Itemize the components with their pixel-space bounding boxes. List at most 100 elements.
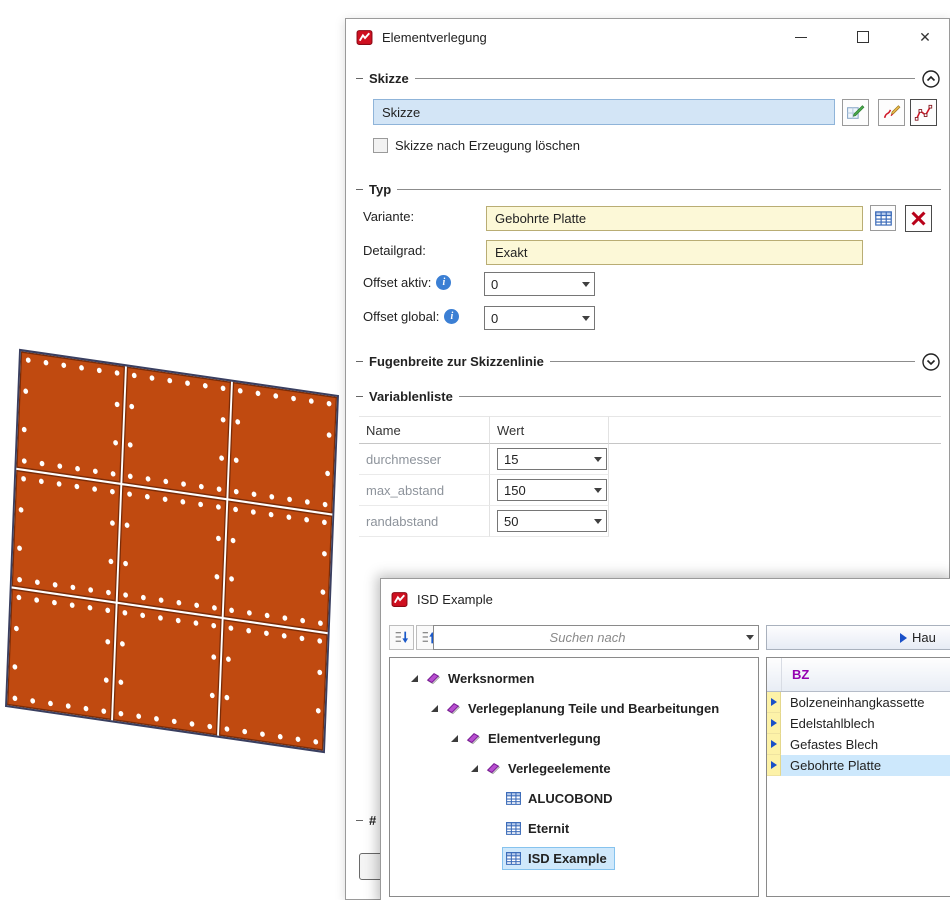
expand-tree-button[interactable]: [389, 625, 414, 650]
sketch-create-icon: [846, 103, 865, 122]
delete-sketch-checkbox[interactable]: [373, 138, 388, 153]
sketch-edit-button[interactable]: [878, 99, 905, 126]
list-column-header-bar[interactable]: Hau: [766, 625, 950, 650]
max-abstand-combo[interactable]: 150: [497, 479, 607, 501]
book-icon: [465, 730, 482, 747]
minimize-button[interactable]: [793, 29, 809, 45]
row-marker-icon: [767, 713, 781, 734]
tree-item-elementverlegung[interactable]: Elementverlegung: [390, 723, 758, 753]
variante-field[interactable]: Gebohrte Platte: [486, 206, 863, 231]
book-icon: [445, 700, 462, 717]
dropdown-arrow-icon[interactable]: [577, 273, 594, 295]
sketch-edit-icon: [882, 103, 901, 122]
window-title: ISD Example: [417, 592, 493, 607]
table-row: max_abstand 150: [359, 475, 941, 506]
list-item[interactable]: Bolzeneinhangkassette: [767, 692, 950, 713]
row-marker-icon: [767, 692, 781, 713]
tree-expander-icon[interactable]: [446, 735, 462, 742]
offset-global-combo[interactable]: 0: [484, 306, 595, 330]
window-title: Elementverlegung: [382, 30, 487, 45]
titlebar[interactable]: Elementverlegung ✕: [346, 19, 949, 55]
close-button[interactable]: ✕: [917, 29, 933, 45]
tree-expander-icon[interactable]: [466, 765, 482, 772]
variable-name: randabstand: [359, 506, 490, 537]
offset-global-label-row: Offset global: i: [363, 309, 459, 324]
red-x-icon: [909, 209, 928, 228]
info-icon[interactable]: i: [444, 309, 459, 324]
list-item[interactable]: Gefastes Blech: [767, 734, 950, 755]
section-typ-label: Typ: [369, 182, 391, 197]
detailgrad-label: Detailgrad:: [363, 243, 426, 258]
sketch-select-button[interactable]: [910, 99, 937, 126]
play-arrow-icon: [900, 633, 907, 643]
variable-name: max_abstand: [359, 475, 490, 506]
app-icon: [356, 29, 373, 46]
tree-item-verlegeplanung[interactable]: Verlegeplanung Teile und Bearbeitungen: [390, 693, 758, 723]
section-skizze-label: Skizze: [369, 71, 409, 86]
table-icon: [505, 850, 522, 867]
variante-delete-button[interactable]: [905, 205, 932, 232]
durchmesser-combo[interactable]: 15: [497, 448, 607, 470]
cad-viewport-panels[interactable]: [0, 0, 360, 900]
list-item[interactable]: Edelstahlblech: [767, 713, 950, 734]
dropdown-arrow-icon[interactable]: [741, 626, 758, 649]
offset-global-label: Offset global:: [363, 309, 439, 324]
variante-catalog-button[interactable]: [870, 205, 896, 231]
row-marker-icon: [767, 755, 781, 776]
tree-item-werksnormen[interactable]: Werksnormen: [390, 663, 758, 693]
variant-list: BZ Bolzeneinhangkassette Edelstahlblech …: [766, 657, 950, 897]
section-bottom-label: #: [369, 813, 376, 828]
column-header-name[interactable]: Name: [359, 416, 490, 444]
titlebar[interactable]: ISD Example: [381, 579, 950, 619]
book-icon: [485, 760, 502, 777]
list-header-row: BZ: [767, 658, 950, 692]
tree-item-verlegeelemente[interactable]: Verlegeelemente: [390, 753, 758, 783]
tree-item-isd-example[interactable]: ISD Example: [390, 843, 758, 873]
dropdown-arrow-icon[interactable]: [589, 480, 606, 500]
variable-table: Name Wert durchmesser 15 max_abstand 150: [359, 416, 941, 537]
variable-name: durchmesser: [359, 444, 490, 475]
dropdown-arrow-icon[interactable]: [589, 511, 606, 531]
skizze-input[interactable]: Skizze: [373, 99, 835, 125]
offset-aktiv-label-row: Offset aktiv: i: [363, 275, 451, 290]
app-icon: [391, 591, 408, 608]
section-fugenbreite: Fugenbreite zur Skizzenlinie: [356, 352, 941, 371]
section-variablenliste-label: Variablenliste: [369, 389, 453, 404]
maximize-icon: [857, 31, 869, 43]
section-variablenliste: Variablenliste: [356, 387, 941, 406]
offset-aktiv-combo[interactable]: 0: [484, 272, 595, 296]
tree-item-alucobond[interactable]: ALUCOBOND: [390, 783, 758, 813]
collapse-skizze-button[interactable]: [921, 69, 941, 89]
offset-aktiv-label: Offset aktiv:: [363, 275, 431, 290]
dropdown-arrow-icon[interactable]: [577, 307, 594, 329]
delete-sketch-checkbox-row: Skizze nach Erzeugung löschen: [373, 138, 580, 153]
expand-tree-icon: [393, 629, 410, 646]
dropdown-arrow-icon[interactable]: [589, 449, 606, 469]
randabstand-combo[interactable]: 50: [497, 510, 607, 532]
detailgrad-field[interactable]: Exakt: [486, 240, 863, 265]
tree-expander-icon[interactable]: [406, 675, 422, 682]
table-row: durchmesser 15: [359, 444, 941, 475]
tree-expander-icon[interactable]: [426, 705, 442, 712]
table-row: randabstand 50: [359, 506, 941, 537]
expand-fugenbreite-button[interactable]: [921, 352, 941, 372]
table-header-row: Name Wert: [359, 416, 941, 444]
table-icon: [505, 820, 522, 837]
search-combo[interactable]: Suchen nach: [433, 625, 759, 650]
search-placeholder: Suchen nach: [434, 630, 741, 645]
bz-column-header[interactable]: BZ: [782, 658, 809, 691]
tree-item-eternit[interactable]: Eternit: [390, 813, 758, 843]
table-icon: [505, 790, 522, 807]
section-skizze: Skizze: [356, 69, 941, 88]
column-header-wert[interactable]: Wert: [490, 416, 609, 444]
list-item-selected[interactable]: Gebohrte Platte: [767, 755, 950, 776]
sketch-create-button[interactable]: [842, 99, 869, 126]
book-icon: [425, 670, 442, 687]
column-header-partial: Hau: [912, 630, 936, 645]
section-fugenbreite-label: Fugenbreite zur Skizzenlinie: [369, 354, 544, 369]
isd-example-dialog: ISD Example Suchen nach Hau Werksnormen …: [380, 578, 950, 900]
maximize-button[interactable]: [855, 29, 871, 45]
section-typ: Typ: [356, 180, 941, 199]
delete-sketch-label: Skizze nach Erzeugung löschen: [395, 138, 580, 153]
info-icon[interactable]: i: [436, 275, 451, 290]
